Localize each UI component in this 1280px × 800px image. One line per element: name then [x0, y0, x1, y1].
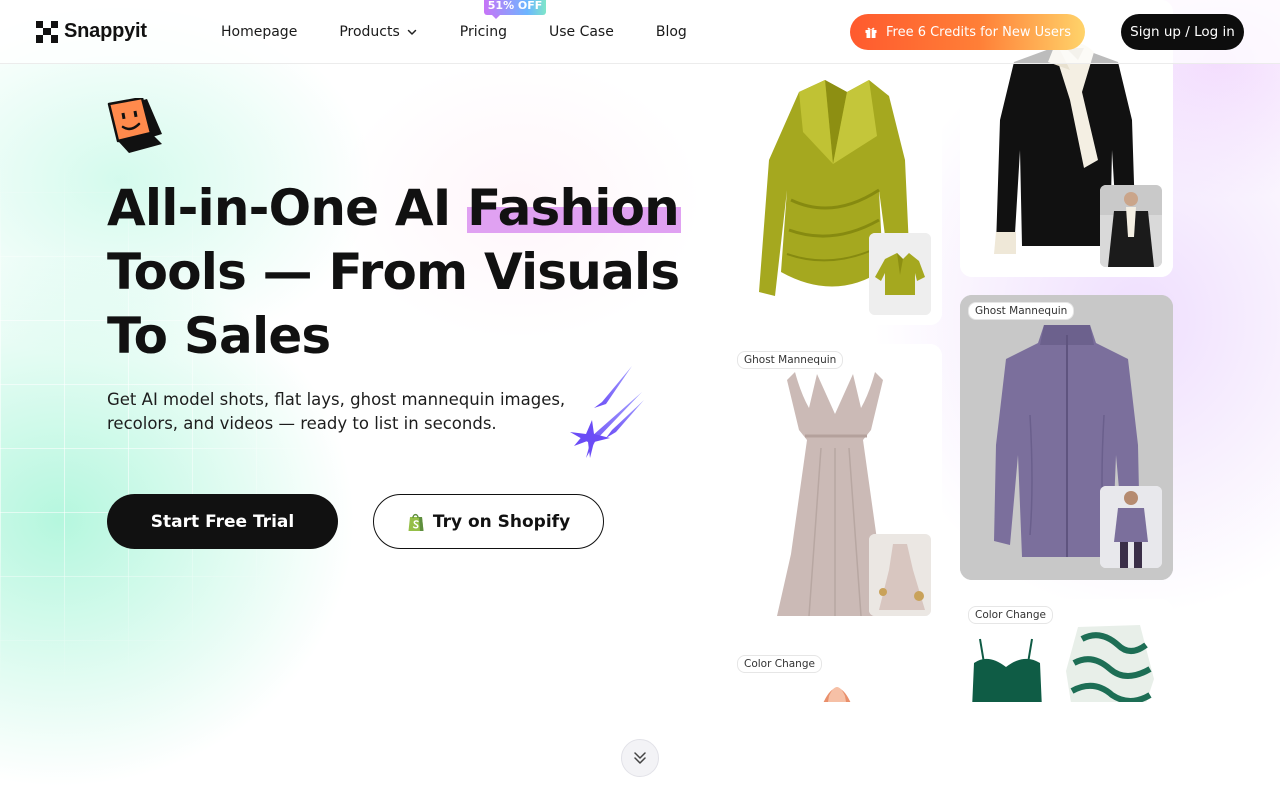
discount-badge: 51% OFF — [483, 0, 547, 19]
scroll-down-button[interactable] — [621, 739, 659, 777]
double-chevron-down-icon — [634, 752, 646, 764]
thumbnail-purple-jacket-model — [1100, 486, 1162, 568]
signup-login-label: Sign up / Log in — [1130, 24, 1235, 40]
top-navbar: Snappyit Homepage Products 51% OFF Prici… — [0, 0, 1280, 64]
gallery-card-color-change-right[interactable]: Color Change — [960, 599, 1173, 702]
ghost-mannequin-tag: Ghost Mannequin — [737, 351, 844, 369]
hero-title-highlight: Fashion — [467, 176, 681, 240]
try-on-shopify-label: Try on Shopify — [432, 511, 571, 532]
nav-blog[interactable]: Blog — [656, 24, 687, 40]
nav-pricing-label: Pricing — [459, 24, 507, 40]
nav-use-case-label: Use Case — [548, 24, 614, 40]
signup-login-button[interactable]: Sign up / Log in — [1121, 14, 1244, 50]
gallery-card-green-blouse[interactable] — [729, 40, 942, 325]
brand-name: Snappyit — [64, 20, 147, 42]
sparkles-icon — [570, 366, 644, 458]
free-credits-label: Free 6 Credits for New Users — [885, 24, 1072, 40]
start-free-trial-label: Start Free Trial — [150, 511, 295, 532]
ghost-mannequin-tag: Ghost Mannequin — [968, 302, 1075, 320]
free-credits-button[interactable]: Free 6 Credits for New Users — [850, 14, 1085, 50]
try-on-shopify-button[interactable]: Try on Shopify — [373, 494, 604, 549]
smiley-cube-icon — [107, 98, 162, 153]
nav-products[interactable]: Products — [339, 24, 417, 40]
gallery-card-color-change-left[interactable]: Color Change — [729, 648, 942, 702]
thumbnail-black-cardigan-model — [1100, 185, 1162, 267]
nav-blog-label: Blog — [655, 24, 687, 40]
gift-icon — [865, 27, 877, 38]
nav-homepage[interactable]: Homepage — [221, 24, 297, 40]
start-free-trial-button[interactable]: Start Free Trial — [107, 494, 338, 549]
hero-title-part1: All-in-One AI — [107, 179, 468, 237]
hero-subtitle: Get AI model shots, flat lays, ghost man… — [107, 390, 566, 433]
nav-homepage-label: Homepage — [221, 24, 298, 40]
grid-pattern — [0, 64, 620, 704]
nav-pricing[interactable]: 51% OFF Pricing — [459, 0, 547, 40]
hero-title: All-in-One AI Fashion Tools — From Visual… — [107, 176, 687, 368]
gallery-card-ghost-dress[interactable]: Ghost Mannequin — [729, 344, 942, 629]
thumbnail-green-blouse-flatlay — [869, 233, 931, 315]
nav-products-label: Products — [339, 24, 400, 40]
brand-logo[interactable]: Snappyit — [36, 20, 147, 43]
color-change-tag: Color Change — [968, 606, 1053, 624]
gallery-card-purple-jacket[interactable]: Ghost Mannequin — [960, 295, 1173, 580]
main-nav: Homepage Products 51% OFF Pricing Use Ca… — [221, 0, 729, 64]
color-change-tag: Color Change — [737, 655, 822, 673]
shopify-bag-icon — [408, 513, 424, 531]
checker-logo-icon — [36, 20, 58, 43]
thumbnail-pink-dress-flatlay — [869, 534, 931, 616]
hero-title-part2: Tools — From Visuals To Sales — [107, 243, 680, 365]
chevron-down-icon — [407, 29, 417, 35]
nav-use-case[interactable]: Use Case — [549, 24, 614, 40]
product-gallery: Ghost Mannequin Ghost Mannequin Color Ch… — [729, 0, 1179, 702]
